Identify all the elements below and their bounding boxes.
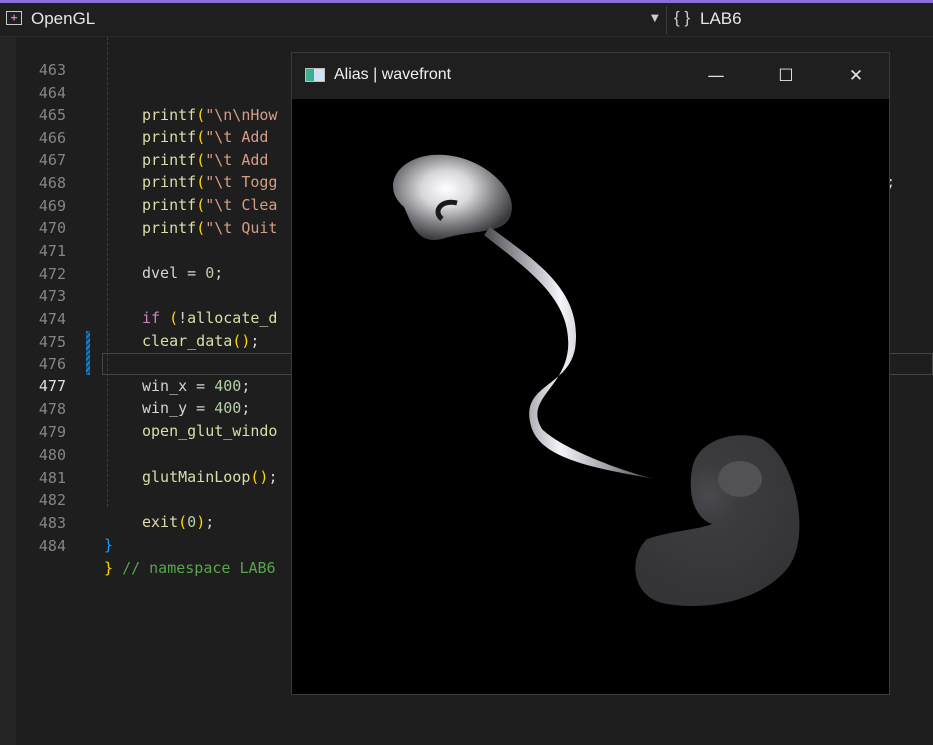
- fluid-render: [393, 154, 800, 606]
- line-number: 484: [38, 537, 66, 555]
- window-title: Alias | wavefront: [334, 66, 452, 83]
- close-button[interactable]: ✕: [833, 61, 879, 91]
- navigation-bar: + OpenGL ▼ { } LAB6: [0, 3, 933, 37]
- project-selector[interactable]: OpenGL: [31, 9, 95, 29]
- opengl-canvas[interactable]: [292, 99, 889, 694]
- minimize-button[interactable]: —: [693, 61, 739, 91]
- scope-selector[interactable]: LAB6: [700, 9, 742, 29]
- code-text: }: [104, 536, 114, 554]
- code-text: } // namespace LAB6: [104, 559, 276, 577]
- window-titlebar[interactable]: Alias | wavefront — ☐ ✕: [292, 53, 889, 99]
- namespace-icon: { }: [674, 8, 691, 27]
- glut-window[interactable]: Alias | wavefront — ☐ ✕: [291, 52, 890, 695]
- project-icon: +: [6, 11, 22, 25]
- editor-margin: [0, 37, 16, 745]
- navbar-divider: [666, 6, 667, 34]
- app-window-icon: [305, 68, 325, 82]
- maximize-button[interactable]: ☐: [763, 61, 809, 91]
- chevron-down-icon[interactable]: ▼: [651, 13, 659, 24]
